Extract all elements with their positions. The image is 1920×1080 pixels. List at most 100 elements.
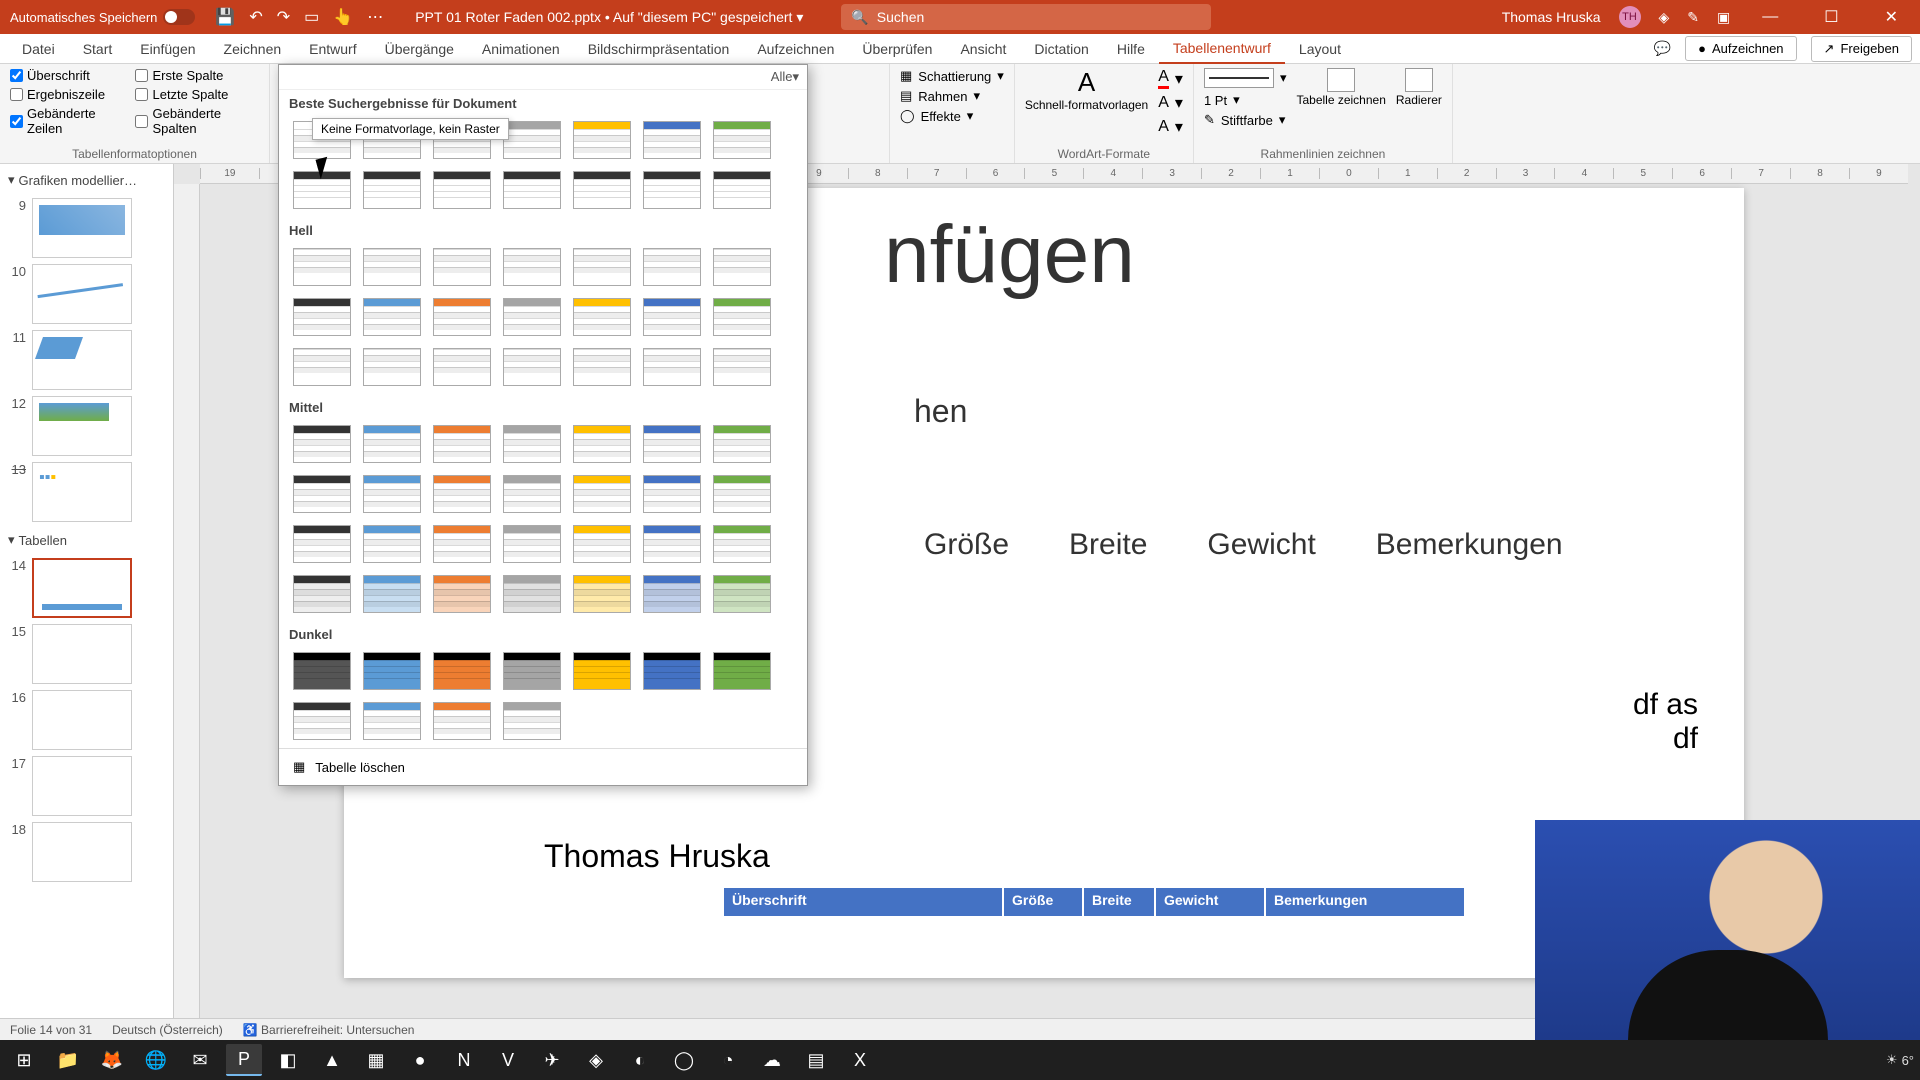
slide-thumb[interactable] [32,624,132,684]
comments-icon[interactable]: 💬 [1654,40,1671,57]
tab-aufzeichnen[interactable]: Aufzeichnen [743,34,848,64]
tab-dictation[interactable]: Dictation [1020,34,1102,64]
table-style-item[interactable] [363,525,421,563]
slide-panel[interactable]: ▾ Grafiken modellier… 9 10 11 12 13▪▪▪ ▾… [0,164,174,1018]
table-style-item[interactable] [503,425,561,463]
app-icon[interactable]: ● [402,1044,438,1076]
table-style-item[interactable] [503,575,561,613]
table-style-item[interactable] [433,248,491,286]
app-icon[interactable]: ▤ [798,1044,834,1076]
undo-icon[interactable]: ↶ [249,7,262,27]
excel-icon[interactable]: X [842,1044,878,1076]
table-style-item[interactable] [643,348,701,386]
table-style-item[interactable] [433,298,491,336]
close-button[interactable]: ✕ [1871,7,1912,27]
app-icon[interactable]: ◔ [710,1044,746,1076]
table-style-item[interactable] [363,702,421,740]
table-style-item[interactable] [433,425,491,463]
table-style-item[interactable] [503,348,561,386]
table-style-item[interactable] [293,298,351,336]
table-style-item[interactable] [363,348,421,386]
table-style-item[interactable] [573,575,631,613]
table-style-item[interactable] [503,525,561,563]
table-style-item[interactable] [643,425,701,463]
table-style-item[interactable] [713,171,771,209]
tab-start[interactable]: Start [69,34,127,64]
gallery-filter-alle[interactable]: Alle [771,69,793,85]
tab-hilfe[interactable]: Hilfe [1103,34,1159,64]
pen-weight[interactable]: 1 Pt ▾ [1204,92,1287,108]
table-style-item[interactable] [293,652,351,690]
table-style-item[interactable] [433,575,491,613]
maximize-button[interactable]: ☐ [1810,7,1852,27]
table-style-item[interactable] [573,475,631,513]
tab-ansicht[interactable]: Ansicht [946,34,1020,64]
last-col-check[interactable]: Letzte Spalte [135,87,259,102]
header-row-check[interactable]: Überschrift [10,68,125,83]
table-style-item[interactable] [713,121,771,159]
table-style-item[interactable] [573,248,631,286]
table-style-item[interactable] [363,652,421,690]
banded-cols-check[interactable]: Gebänderte Spalten [135,106,259,136]
tab-bildschirm[interactable]: Bildschirmpräsentation [574,34,744,64]
slide-text[interactable]: hen [914,393,967,430]
table-style-item[interactable] [713,575,771,613]
slide-thumb[interactable] [32,264,132,324]
slide-thumb[interactable] [32,756,132,816]
powerpoint-icon[interactable]: P [226,1044,262,1076]
slide-thumb[interactable]: ▪▪▪ [32,462,132,522]
table-style-item[interactable] [573,171,631,209]
table-style-item[interactable] [503,171,561,209]
onenote-icon[interactable]: N [446,1044,482,1076]
table-style-item[interactable] [503,121,561,159]
table-style-item[interactable] [713,248,771,286]
app-icon[interactable]: ☁ [754,1044,790,1076]
table-style-item[interactable] [363,171,421,209]
table-style-item[interactable] [643,171,701,209]
slide-thumb[interactable] [32,198,132,258]
minimize-button[interactable]: — [1748,8,1792,26]
table-style-item[interactable] [293,702,351,740]
table-style-item[interactable] [573,525,631,563]
slide-title[interactable]: nfügen [884,208,1135,302]
vlc-icon[interactable]: ▲ [314,1044,350,1076]
gallery-delete-table[interactable]: ▦ Tabelle löschen [279,748,807,785]
outlook-icon[interactable]: ✉ [182,1044,218,1076]
table-style-item[interactable] [503,248,561,286]
table-style-item[interactable] [713,348,771,386]
document-title[interactable]: PPT 01 Roter Faden 002.pptx • Auf "diese… [397,9,821,26]
table-style-item[interactable] [293,425,351,463]
tab-tabellenentwurf[interactable]: Tabellenentwurf [1159,34,1285,64]
share-button[interactable]: ↗ Freigeben [1811,36,1912,62]
table-style-item[interactable] [573,121,631,159]
save-icon[interactable]: 💾 [215,7,235,27]
slide-thumb[interactable] [32,330,132,390]
table-style-item[interactable] [433,348,491,386]
autosave-switch[interactable] [163,9,195,25]
table-style-item[interactable] [293,475,351,513]
tab-entwurf[interactable]: Entwurf [295,34,370,64]
table-style-item[interactable] [363,425,421,463]
draw-table-button[interactable]: Tabelle zeichnen [1296,68,1385,107]
slide-text-misc[interactable]: df as df [1633,688,1698,756]
pen-color[interactable]: ✎Stiftfarbe▾ [1204,112,1287,128]
table-style-item[interactable] [573,425,631,463]
font-effects-button[interactable]: A▾ [1158,117,1183,137]
slide-thumb-active[interactable] [32,558,132,618]
table-style-item[interactable] [293,248,351,286]
slide-table[interactable]: Überschrift Größe Breite Gewicht Bemerku… [724,888,1466,916]
table-style-item[interactable] [503,652,561,690]
font-fill-button[interactable]: A▾ [1158,68,1183,89]
table-style-item[interactable] [503,702,561,740]
window-icon[interactable]: ▣ [1717,9,1730,26]
qat-more-icon[interactable]: ⋯ [367,7,383,27]
weather-widget[interactable]: ☀ 6° [1886,1052,1914,1068]
table-style-item[interactable] [713,298,771,336]
table-style-item[interactable] [433,475,491,513]
table-style-item[interactable] [503,475,561,513]
status-slide[interactable]: Folie 14 von 31 [10,1023,92,1037]
tab-ueberpruefen[interactable]: Überprüfen [848,34,946,64]
app-icon[interactable]: ◐ [622,1044,658,1076]
tab-datei[interactable]: Datei [8,34,69,64]
table-style-item[interactable] [643,652,701,690]
